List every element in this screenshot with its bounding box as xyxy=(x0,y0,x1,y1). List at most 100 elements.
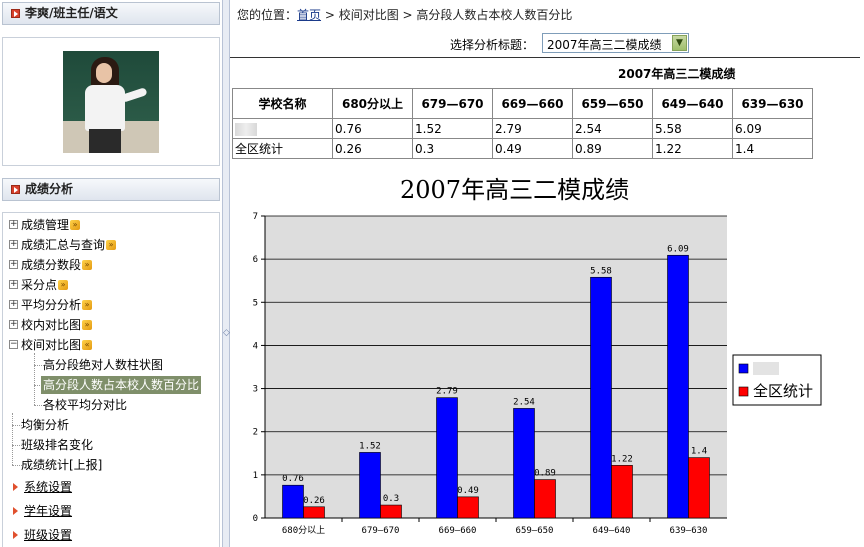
bar-data-label: 1.22 xyxy=(611,454,633,464)
table-cell: 2.54 xyxy=(572,118,653,139)
plot-area xyxy=(265,216,727,518)
left-sidebar: 李爽/班主任/语文 成绩分析 + 成绩管理» + 成绩汇总与查询» + 成绩分数段» xyxy=(0,0,222,547)
tree-connector xyxy=(34,353,35,405)
y-tick-label: 5 xyxy=(253,298,258,308)
nav-tree: + 成绩管理» + 成绩汇总与查询» + 成绩分数段» + 采分点» + 平均分分析» +… xyxy=(2,212,220,547)
bar-data-label: 1.52 xyxy=(359,441,381,451)
school-name-cell: 全区统计 xyxy=(232,138,333,159)
table-cell: 0.49 xyxy=(492,138,573,159)
analysis-title-select[interactable]: 2007年高三二模成绩 ▼ xyxy=(542,33,689,53)
bar-data-label: 0.49 xyxy=(457,486,479,496)
chevron-down-icon: » xyxy=(58,279,69,290)
menu-link-system-settings[interactable]: 系统设置 xyxy=(13,478,72,496)
breadcrumb: 您的位置：首页 > 校间对比图 > 高分段人数占本校人数百分比 xyxy=(237,8,573,22)
bar-data-label: 1.4 xyxy=(691,447,707,457)
chevron-down-icon[interactable]: ▼ xyxy=(672,35,687,51)
tree-item-intra-school-chart[interactable]: + 校内对比图» xyxy=(9,316,93,334)
tree-item-score-summary[interactable]: + 成绩汇总与查询» xyxy=(9,236,117,254)
menu-link-class-settings[interactable]: 班级设置 xyxy=(13,526,72,544)
bar-data-label: 0.3 xyxy=(383,494,399,504)
school-bar xyxy=(590,276,612,519)
app-window: 李爽/班主任/语文 成绩分析 + 成绩管理» + 成绩汇总与查询» + 成绩分数段» xyxy=(0,0,864,547)
x-tick-label: 669—660 xyxy=(439,526,477,536)
tree-item-balance-analysis[interactable]: 均衡分析 xyxy=(21,416,69,434)
tree-item-scoring-points[interactable]: + 采分点» xyxy=(9,276,69,294)
bar-data-label: 5.58 xyxy=(590,266,612,276)
tree-item-score-management[interactable]: + 成绩管理» xyxy=(9,216,81,234)
table-title: 2007年高三二模成绩 xyxy=(618,67,736,81)
expand-plus-icon[interactable]: + xyxy=(9,260,18,269)
chevron-up-icon: « xyxy=(82,339,93,350)
district-bar xyxy=(380,504,402,519)
bar-data-label: 6.09 xyxy=(667,244,689,254)
chevron-down-icon: » xyxy=(82,319,93,330)
tree-subitem-average-compare[interactable]: 各校平均分对比 xyxy=(43,396,127,414)
arrow-right-icon xyxy=(13,507,18,515)
table-cell: 5.58 xyxy=(652,118,733,139)
tree-item-score-bands[interactable]: + 成绩分数段» xyxy=(9,256,93,274)
user-panel-header: 李爽/班主任/语文 xyxy=(2,2,220,25)
arrow-right-icon xyxy=(13,531,18,539)
chevron-down-icon: » xyxy=(82,259,93,270)
tree-subitem-high-band-percentage[interactable]: 高分段人数占本校人数百分比 xyxy=(41,376,202,394)
y-tick-label: 6 xyxy=(253,255,258,265)
table-cell: 0.3 xyxy=(412,138,493,159)
tree-item-average-analysis[interactable]: + 平均分分析» xyxy=(9,296,93,314)
y-tick-label: 2 xyxy=(253,428,258,438)
table-cell: 0.89 xyxy=(572,138,653,159)
collapse-arrow-icon[interactable]: ◇ xyxy=(223,328,230,338)
district-bar xyxy=(611,465,633,519)
main-content: 您的位置：首页 > 校间对比图 > 高分段人数占本校人数百分比 选择分析标题： … xyxy=(230,0,864,547)
menu-link-school-year-settings[interactable]: 学年设置 xyxy=(13,502,72,520)
expand-plus-icon[interactable]: + xyxy=(9,300,18,309)
school-name-cell xyxy=(232,118,333,139)
arrow-right-icon xyxy=(13,483,18,491)
x-tick-label: 659—650 xyxy=(516,526,554,536)
table-header-cell: 659—650 xyxy=(572,88,653,119)
section-title: 成绩分析 xyxy=(25,182,74,196)
table-row: 0.76 1.52 2.79 2.54 5.58 6.09 xyxy=(232,118,813,139)
y-tick-label: 3 xyxy=(253,385,258,395)
expand-plus-icon[interactable]: + xyxy=(9,280,18,289)
table-header-cell: 649—640 xyxy=(652,88,733,119)
y-tick-label: 0 xyxy=(253,514,258,524)
expand-plus-icon[interactable]: + xyxy=(9,320,18,329)
y-tick-label: 1 xyxy=(253,471,258,481)
tree-subitem-high-band-absolute[interactable]: 高分段绝对人数柱状图 xyxy=(43,356,163,374)
chevron-down-icon: » xyxy=(82,299,93,310)
school-bar xyxy=(667,254,689,519)
tree-connector xyxy=(12,413,13,465)
legend-label: 全区统计 xyxy=(753,382,813,400)
school-bar xyxy=(282,484,304,519)
table-cell: 6.09 xyxy=(732,118,813,139)
y-tick-label: 7 xyxy=(253,212,258,222)
table-header-cell: 639—630 xyxy=(732,88,813,119)
table-row: 全区统计 0.26 0.3 0.49 0.89 1.22 1.4 xyxy=(232,138,813,159)
select-value: 2007年高三二模成绩 xyxy=(547,38,662,52)
table-header-cell: 669—660 xyxy=(492,88,573,119)
breadcrumb-home-link[interactable]: 首页 xyxy=(297,8,321,22)
expand-plus-icon[interactable]: + xyxy=(9,240,18,249)
district-bar xyxy=(457,496,479,519)
table-header-row: 学校名称 680分以上 679—670 669—660 659—650 649—… xyxy=(232,88,813,119)
district-bar xyxy=(303,506,325,519)
bar-data-label: 0.26 xyxy=(303,496,325,506)
table-cell: 0.76 xyxy=(332,118,413,139)
selector-label: 选择分析标题： xyxy=(450,38,535,52)
tree-item-score-report[interactable]: 成绩统计[上报] xyxy=(21,456,102,474)
x-tick-label: 649—640 xyxy=(593,526,631,536)
panel-splitter[interactable]: ◇ xyxy=(222,0,230,547)
bar-data-label: 0.89 xyxy=(534,469,556,479)
bar-data-label: 2.79 xyxy=(436,387,458,397)
user-photo-panel xyxy=(2,37,220,166)
collapse-minus-icon[interactable]: − xyxy=(9,340,18,349)
tree-item-class-ranking[interactable]: 班级排名变化 xyxy=(21,436,93,454)
table-cell: 1.4 xyxy=(732,138,813,159)
legend-swatch xyxy=(738,386,749,397)
redacted-name xyxy=(235,122,257,136)
expand-plus-icon[interactable]: + xyxy=(9,220,18,229)
tree-item-inter-school-chart[interactable]: − 校间对比图 « xyxy=(9,336,93,354)
section-panel-header: 成绩分析 xyxy=(2,178,220,201)
school-bar xyxy=(359,452,381,519)
bullet-icon xyxy=(11,9,20,18)
